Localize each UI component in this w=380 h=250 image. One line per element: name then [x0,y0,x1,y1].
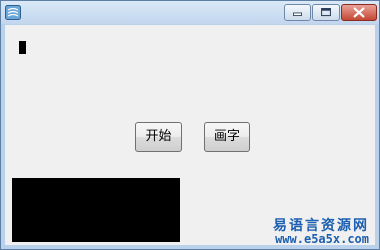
text-caret [19,41,26,54]
draw-text-button[interactable]: 画字 [204,122,250,152]
maximize-button[interactable] [312,4,340,21]
app-window: 开始 画字 易语言资源网 www.e5a5x.com [0,0,380,250]
maximize-icon [321,8,331,17]
client-area: 开始 画字 易语言资源网 www.e5a5x.com [5,25,375,246]
title-bar[interactable] [1,1,379,24]
minimize-icon [293,12,302,17]
app-icon[interactable] [5,5,21,20]
minimize-button[interactable] [284,4,311,21]
start-button[interactable]: 开始 [135,122,182,152]
watermark-url: www.e5a5x.com [275,232,369,246]
close-icon [353,7,365,18]
close-button[interactable] [341,4,377,21]
drawing-canvas[interactable] [12,178,180,242]
